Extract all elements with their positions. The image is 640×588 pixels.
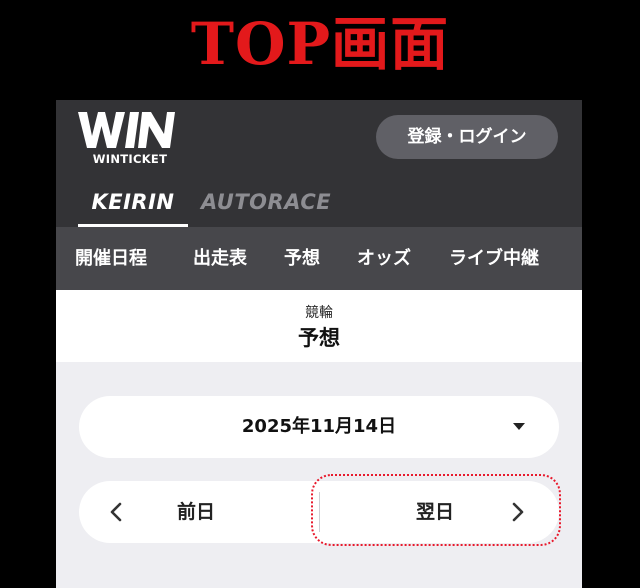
logo-wordmark: WINTICKET bbox=[92, 152, 168, 166]
next-day-label: 翌日 bbox=[416, 501, 455, 523]
menu-item-odds[interactable]: オッズ bbox=[346, 227, 422, 290]
main-menu: 開催日程 出走表 予想 オッズ ライブ中継 bbox=[56, 227, 582, 290]
date-selector[interactable]: 2025年11月14日 bbox=[79, 396, 559, 458]
tab-keirin[interactable]: KEIRIN bbox=[78, 185, 188, 227]
caret-down-icon bbox=[513, 423, 525, 430]
date-selector-value: 2025年11月14日 bbox=[241, 416, 397, 437]
winticket-logo[interactable]: WINTICKET bbox=[78, 110, 188, 168]
page-heading: TOP画面 bbox=[190, 10, 450, 78]
menu-item-live[interactable]: ライブ中継 bbox=[436, 227, 552, 290]
subheader-category: 競輪 bbox=[305, 305, 333, 321]
next-day-button[interactable]: 翌日 bbox=[319, 481, 559, 543]
app-screen: WINTICKET 登録・ログイン KEIRIN AUTORACE 開催日程 出… bbox=[56, 100, 582, 588]
prev-day-button[interactable]: 前日 bbox=[79, 481, 319, 543]
prev-day-label: 前日 bbox=[177, 501, 216, 523]
top-bar: WINTICKET 登録・ログイン KEIRIN AUTORACE bbox=[56, 100, 582, 227]
win-logo-mark bbox=[78, 112, 175, 148]
day-navigation: 前日 翌日 bbox=[79, 481, 559, 543]
chevron-right-icon bbox=[512, 502, 524, 522]
sport-tabs: KEIRIN AUTORACE bbox=[56, 185, 582, 227]
chevron-left-icon bbox=[110, 502, 122, 522]
register-login-button[interactable]: 登録・ログイン bbox=[376, 115, 558, 159]
page-subheader: 競輪 予想 bbox=[56, 290, 582, 362]
subheader-title: 予想 bbox=[298, 326, 340, 350]
tab-autorace[interactable]: AUTORACE bbox=[201, 185, 331, 227]
menu-item-prediction[interactable]: 予想 bbox=[272, 227, 332, 290]
menu-item-race-card[interactable]: 出走表 bbox=[180, 227, 260, 290]
menu-item-schedule[interactable]: 開催日程 bbox=[64, 227, 158, 290]
